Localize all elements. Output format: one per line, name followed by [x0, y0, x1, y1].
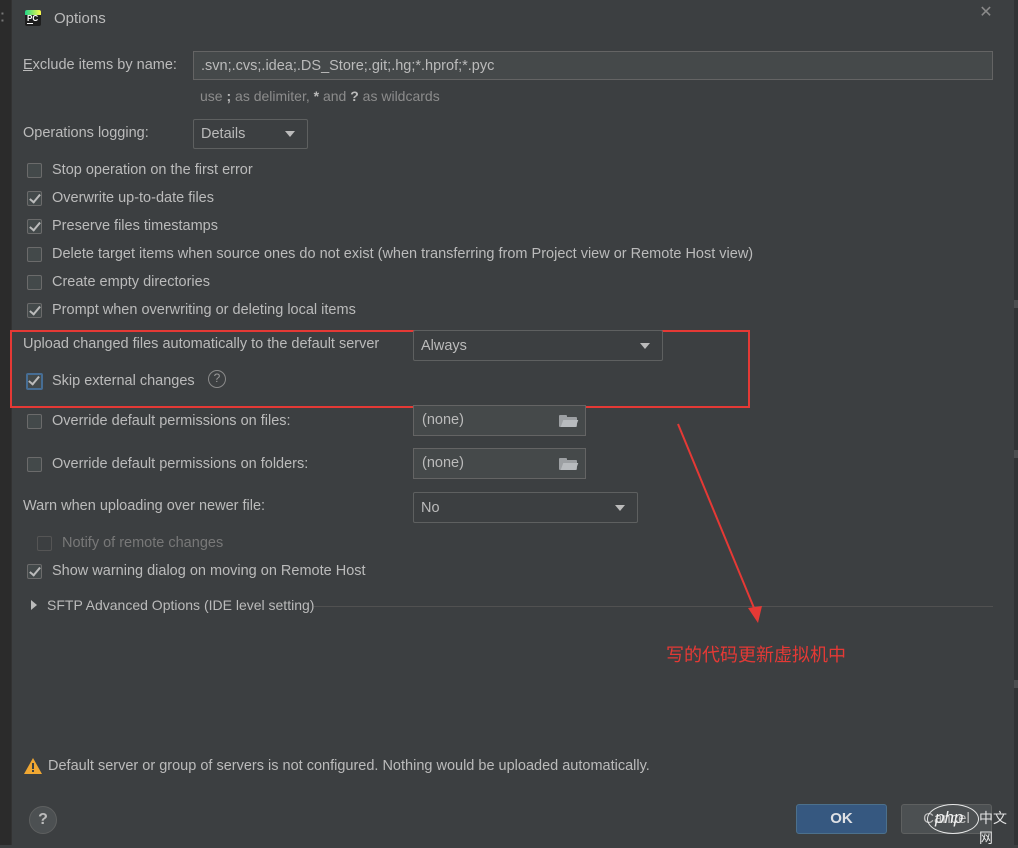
exclude-items-input[interactable] — [193, 51, 993, 80]
exclude-items-label-text: xclude items by name: — [32, 57, 177, 73]
checkbox-prompt-when-overwriting[interactable]: Prompt when overwriting or deleting loca… — [27, 300, 356, 320]
annotation-text: 写的代码更新虚拟机中 — [666, 645, 846, 665]
checkbox-box[interactable] — [27, 162, 42, 178]
checkbox-override-file-permissions[interactable]: Override default permissions on files: — [27, 411, 291, 431]
checkbox-box — [37, 535, 52, 551]
operations-logging-dropdown[interactable]: Details — [193, 119, 308, 149]
exclude-hint: use ; as delimiter, * and ? as wildcards — [200, 88, 440, 104]
checkbox-skip-external-changes[interactable]: Skip external changes — [26, 371, 195, 391]
checkbox-stop-on-first-error[interactable]: Stop operation on the first error — [27, 160, 253, 180]
exclude-items-mnemonic: E — [23, 57, 33, 73]
sftp-advanced-options-toggle[interactable]: SFTP Advanced Options (IDE level setting… — [31, 597, 314, 613]
help-button[interactable]: ? — [29, 806, 57, 834]
warn-newer-file-label: Warn when uploading over newer file: — [23, 498, 266, 514]
warn-newer-file-dropdown[interactable]: No — [413, 492, 638, 523]
checkbox-preserve-timestamps[interactable]: Preserve files timestamps — [27, 216, 218, 236]
checkbox-box[interactable] — [27, 563, 42, 579]
upload-automatically-label: Upload changed files automatically to th… — [23, 336, 380, 352]
chevron-down-icon — [615, 504, 625, 511]
scroll-tick — [1014, 680, 1018, 688]
checkbox-box[interactable] — [27, 218, 42, 234]
checkbox-box[interactable] — [27, 246, 42, 262]
checkbox-delete-target-items[interactable]: Delete target items when source ones do … — [27, 244, 753, 264]
ok-button[interactable]: OK — [796, 804, 887, 834]
help-circle-icon[interactable]: ? — [208, 370, 226, 388]
separator-line — [314, 606, 993, 607]
scroll-tick — [1014, 450, 1018, 458]
upload-automatically-dropdown[interactable]: Always — [413, 330, 663, 361]
edge-glyph-icon: ▪ ▪ — [1, 9, 4, 25]
folder-icon[interactable] — [559, 458, 579, 470]
right-edge-strip — [1014, 0, 1018, 845]
checkbox-overwrite-up-to-date[interactable]: Overwrite up-to-date files — [27, 188, 214, 208]
dialog-title: Options — [54, 10, 106, 27]
folder-icon[interactable] — [559, 415, 579, 427]
chevron-down-icon — [285, 131, 295, 137]
checkbox-box[interactable] — [27, 302, 42, 318]
operations-logging-label: Operations logging: — [23, 125, 149, 141]
footer-warning-text: Default server or group of servers is no… — [48, 758, 650, 774]
folder-permissions-field[interactable]: (none) — [413, 448, 586, 479]
checkbox-box[interactable] — [27, 456, 42, 472]
operations-logging-value: Details — [201, 126, 246, 142]
chevron-down-icon — [640, 342, 650, 349]
pycharm-app-icon: PC — [25, 10, 41, 26]
file-permissions-field[interactable]: (none) — [413, 405, 586, 436]
checkbox-create-empty-directories[interactable]: Create empty directories — [27, 272, 210, 292]
warning-icon — [24, 758, 42, 774]
checkbox-override-folder-permissions[interactable]: Override default permissions on folders: — [27, 454, 308, 474]
close-icon[interactable]: ✕ — [978, 4, 994, 22]
checkbox-box[interactable] — [27, 190, 42, 206]
checkbox-box[interactable] — [27, 413, 42, 429]
warn-newer-file-value: No — [421, 499, 440, 516]
checkbox-notify-remote-changes: Notify of remote changes — [37, 533, 223, 553]
exclude-items-label: Exclude items by name: — [23, 57, 177, 73]
left-edge-strip: ▪ ▪ — [0, 0, 12, 845]
upload-automatically-value: Always — [421, 337, 467, 354]
annotation-arrow — [677, 423, 762, 623]
cancel-button[interactable]: Cancel — [901, 804, 992, 834]
checkbox-box[interactable] — [27, 274, 42, 290]
checkbox-show-warning-dialog[interactable]: Show warning dialog on moving on Remote … — [27, 561, 366, 581]
scroll-tick — [1014, 300, 1018, 308]
checkbox-box[interactable] — [26, 372, 43, 390]
chevron-right-icon — [31, 600, 37, 610]
